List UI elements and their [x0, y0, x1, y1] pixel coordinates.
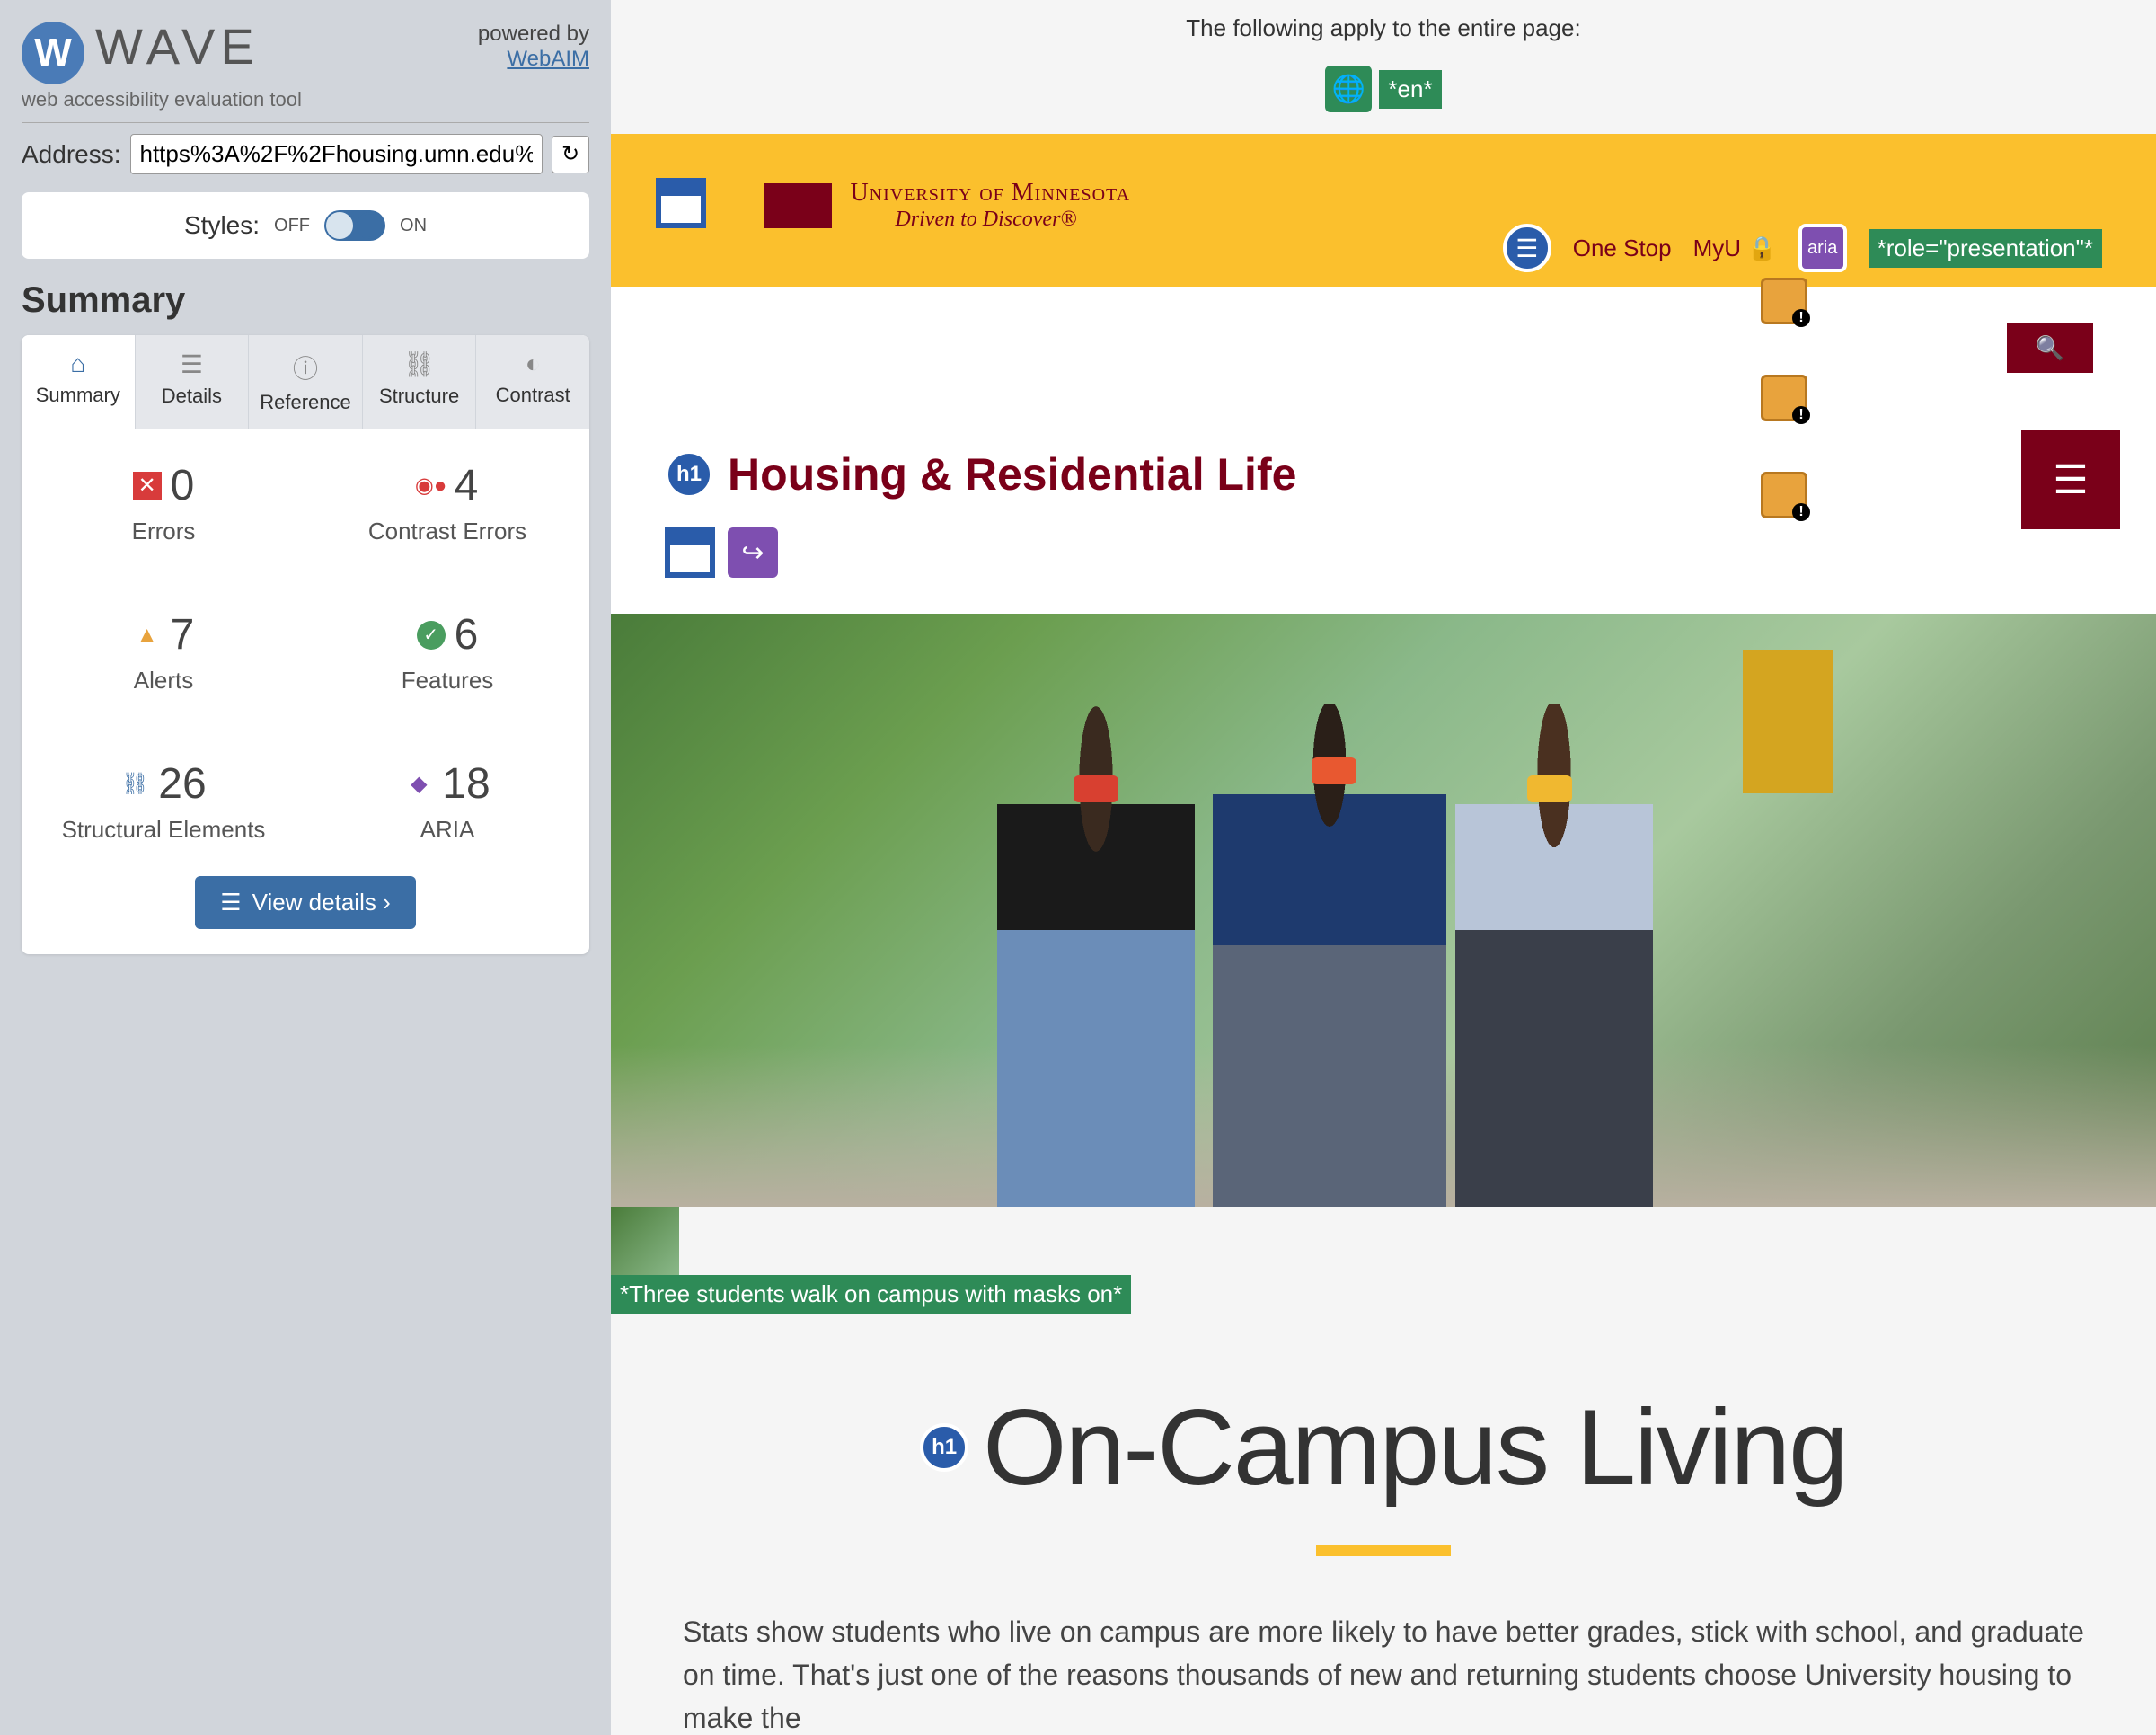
- site-header: University of Minnesota Driven to Discov…: [611, 134, 2156, 287]
- styles-toggle[interactable]: [324, 210, 385, 241]
- divider: [22, 122, 589, 123]
- wave-logo-icon: W: [22, 22, 84, 84]
- page-preview: The following apply to the entire page: …: [611, 0, 2156, 1735]
- lang-badge: *en*: [1379, 70, 1441, 109]
- lock-icon: 🔒: [1747, 235, 1776, 261]
- cell-errors[interactable]: ✕0 Errors: [22, 429, 305, 578]
- contrast-icon: ◐: [483, 350, 582, 378]
- summary-grid: ✕0 Errors ◉●4 Contrast Errors ▲7 Alerts …: [22, 429, 589, 876]
- layout-warnings: [1761, 278, 1807, 518]
- cell-features[interactable]: ✓6 Features: [305, 578, 589, 727]
- address-input[interactable]: [130, 134, 543, 174]
- aria-icon: ◆: [404, 770, 433, 799]
- feature-icon: ✓: [417, 621, 446, 650]
- tab-bar: ⌂ Summary ☰ Details ⓘ Reference ⛓ Struct…: [22, 335, 589, 429]
- summary-heading: Summary: [22, 280, 589, 321]
- tab-reference[interactable]: ⓘ Reference: [249, 335, 363, 429]
- alt-text-badge: *Three students walk on campus with mask…: [611, 1275, 1131, 1314]
- styles-toggle-box: Styles: OFF ON: [22, 192, 589, 259]
- language-icon[interactable]: 🌐: [1325, 66, 1372, 112]
- accent-divider: [1316, 1545, 1451, 1556]
- summary-panel: ⌂ Summary ☰ Details ⓘ Reference ⛓ Struct…: [22, 335, 589, 954]
- error-icon: ✕: [133, 472, 162, 500]
- alert-icon: ▲: [133, 621, 162, 650]
- top-links: ☰ One Stop MyU 🔒 aria *role="presentatio…: [1503, 224, 2102, 272]
- myu-link[interactable]: MyU 🔒: [1693, 235, 1777, 262]
- campus-banner: [1743, 650, 1833, 793]
- toggle-off-label: OFF: [274, 216, 310, 236]
- page-h1: On-Campus Living: [983, 1385, 1847, 1509]
- tab-contrast[interactable]: ◐ Contrast: [476, 335, 589, 429]
- address-label: Address:: [22, 140, 121, 169]
- umn-name: University of Minnesota: [850, 179, 1130, 208]
- mask: [1312, 757, 1356, 784]
- menu-icon: ☰: [2053, 457, 2088, 503]
- aria-badge-icon[interactable]: aria: [1798, 224, 1847, 272]
- role-presentation-badge: *role="presentation"*: [1869, 229, 2102, 268]
- home-icon: ⌂: [29, 350, 128, 378]
- wave-title: WAVE: [95, 22, 260, 72]
- cell-aria[interactable]: ◆18 ARIA: [305, 727, 589, 876]
- webaim-link[interactable]: WebAIM: [507, 47, 589, 71]
- powered-by: powered by WebAIM: [478, 22, 589, 72]
- one-stop-link[interactable]: One Stop: [1573, 235, 1672, 262]
- region-icon[interactable]: [665, 527, 715, 578]
- umn-tagline: Driven to Discover®: [895, 208, 1130, 232]
- search-button[interactable]: 🔍: [2007, 323, 2093, 373]
- umn-m-logo: [764, 183, 832, 228]
- mask: [1074, 775, 1118, 802]
- list-icon: ☰: [220, 889, 241, 916]
- tree-icon: ⛓: [370, 350, 469, 379]
- h1-badge-icon[interactable]: h1: [920, 1423, 968, 1472]
- cell-structural[interactable]: ⛓26 Structural Elements: [22, 727, 305, 876]
- wave-subtitle: web accessibility evaluation tool: [22, 88, 589, 111]
- refresh-button[interactable]: ↻: [552, 136, 589, 173]
- mask: [1527, 775, 1572, 802]
- toggle-on-label: ON: [400, 216, 427, 236]
- page-notice: The following apply to the entire page:: [611, 0, 2156, 57]
- layout-table-warn-icon[interactable]: [1761, 375, 1807, 421]
- site-h1[interactable]: Housing & Residential Life: [728, 448, 1296, 500]
- layout-table-warn-icon[interactable]: [1761, 472, 1807, 518]
- content-section: h1 On-Campus Living Stats show students …: [611, 1314, 2156, 1735]
- wave-sidebar: W WAVE powered by WebAIM web accessibili…: [0, 0, 611, 1735]
- view-details-button[interactable]: ☰ View details ›: [195, 876, 415, 929]
- nav-list-icon[interactable]: ☰: [1503, 224, 1551, 272]
- search-icon: 🔍: [2036, 334, 2064, 362]
- region-icon[interactable]: [656, 178, 706, 228]
- cell-contrast[interactable]: ◉●4 Contrast Errors: [305, 429, 589, 578]
- hero-image: [611, 614, 2156, 1207]
- hamburger-menu-button[interactable]: ☰: [2021, 430, 2120, 529]
- body-paragraph: Stats show students who live on campus a…: [665, 1610, 2102, 1735]
- layout-table-warn-icon[interactable]: [1761, 278, 1807, 324]
- styles-label: Styles:: [184, 211, 260, 240]
- info-icon: ⓘ: [256, 350, 355, 385]
- skip-link-icon[interactable]: ↪: [728, 527, 778, 578]
- tab-summary[interactable]: ⌂ Summary: [22, 335, 136, 429]
- structural-icon: ⛓: [120, 770, 149, 799]
- site-body: 🔍 ☰ h1 Housing & Residential Life ↪: [611, 287, 2156, 614]
- hero-thumbnail: [611, 1207, 679, 1275]
- umn-logo-block[interactable]: University of Minnesota Driven to Discov…: [764, 179, 1130, 232]
- h1-badge-icon[interactable]: h1: [665, 450, 713, 499]
- cell-alerts[interactable]: ▲7 Alerts: [22, 578, 305, 727]
- list-icon: ☰: [143, 350, 242, 379]
- tab-details[interactable]: ☰ Details: [136, 335, 250, 429]
- contrast-error-icon: ◉●: [417, 472, 446, 500]
- tab-structure[interactable]: ⛓ Structure: [363, 335, 477, 429]
